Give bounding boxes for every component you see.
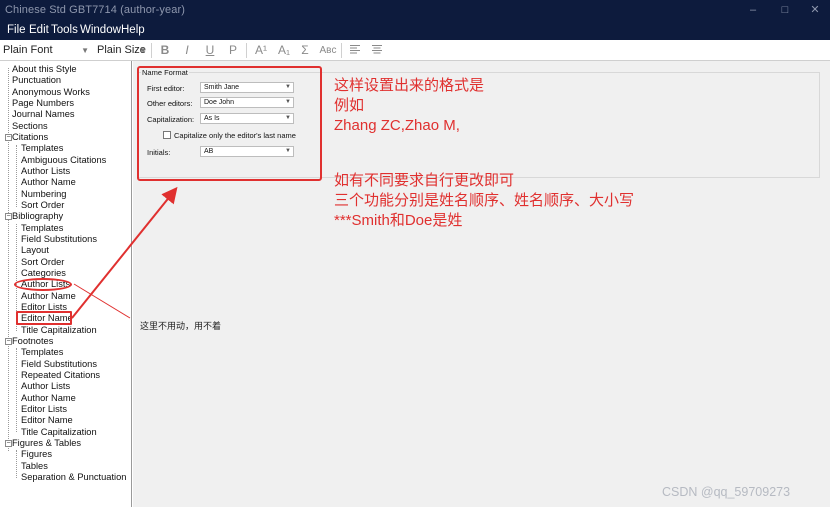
arrow-line [71,186,178,319]
side-note: 这里不用动，用不着 [140,321,222,331]
annotation-line-6: ***Smith和Doe是姓 [334,212,463,229]
annotation-line-4: 如有不同要求自行更改即可 [334,172,515,189]
pointer-line [73,283,131,319]
annotation-line-2: 例如 [334,97,365,114]
annotation-line-5: 三个功能分别是姓名顺序、姓名顺序、大小写 [334,192,635,209]
watermark: CSDN @qq_59709273 [662,485,791,499]
annotation-line-3: Zhang ZC,Zhao M, [334,117,460,134]
annotation-line-1: 这样设置出来的格式是 [334,77,485,94]
